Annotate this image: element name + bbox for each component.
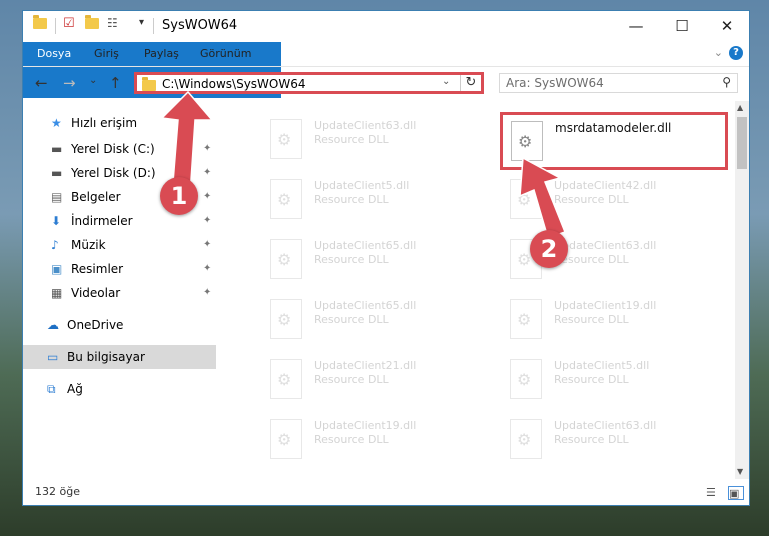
annotation-arrows [160, 90, 566, 239]
step-1-badge: 1 [160, 177, 198, 215]
arrow-2 [519, 156, 566, 239]
step-2-badge: 2 [530, 230, 568, 268]
